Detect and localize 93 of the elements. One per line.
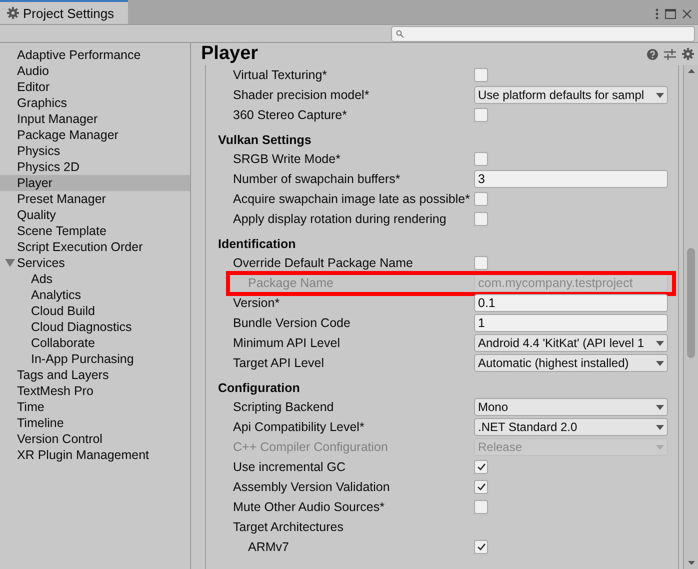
sidebar-item[interactable]: TextMesh Pro [0, 383, 190, 399]
setting-label: Use incremental GC [232, 460, 347, 474]
panel-title: Player [201, 43, 258, 65]
checkbox[interactable] [474, 192, 488, 206]
sidebar-item[interactable]: Audio [0, 63, 190, 79]
setting-label: Target Architectures [232, 520, 344, 534]
section-header: Configuration [218, 381, 300, 395]
setting-label: C++ Compiler Configuration [232, 440, 389, 454]
setting-label: 360 Stereo Capture* [232, 108, 348, 122]
section-header: Vulkan Settings [218, 133, 312, 147]
caret-icon [656, 444, 664, 450]
text-field[interactable]: 0.1 [474, 294, 668, 312]
setting-label: Virtual Texturing* [232, 68, 328, 82]
checkmark-icon [476, 483, 486, 491]
caret-icon [656, 360, 664, 366]
sidebar-item[interactable]: Time [0, 399, 190, 415]
caret-icon [656, 424, 664, 430]
checkmark-icon [476, 463, 486, 471]
checkbox[interactable] [474, 540, 488, 554]
checkbox[interactable] [474, 212, 488, 226]
scrollbar[interactable] [683, 65, 698, 569]
checkbox[interactable] [474, 480, 488, 494]
setting-label: ARMv7 [247, 540, 290, 554]
sidebar-item[interactable]: Physics [0, 143, 190, 159]
setting-label: Assembly Version Validation [232, 480, 391, 494]
dropdown[interactable]: Android 4.4 'KitKat' (API level 1 [474, 334, 668, 352]
checkbox[interactable] [474, 152, 488, 166]
sidebar-item[interactable]: Preset Manager [0, 191, 190, 207]
setting-label: Bundle Version Code [232, 316, 352, 330]
expand-triangle-icon[interactable] [5, 259, 15, 267]
sidebar-item[interactable]: Quality [0, 207, 190, 223]
sidebar-item[interactable]: Input Manager [0, 111, 190, 127]
sidebar-item[interactable]: Version Control [0, 431, 190, 447]
setting-label: Package Name [247, 276, 334, 290]
caret-icon [656, 92, 664, 98]
sidebar-item[interactable]: Cloud Build [0, 303, 190, 319]
caret-icon [656, 340, 664, 346]
more-options-icon[interactable] [655, 8, 659, 20]
search-icon [396, 30, 404, 38]
checkbox[interactable] [474, 460, 488, 474]
sidebar-item[interactable]: Script Execution Order [0, 239, 190, 255]
setting-label: Override Default Package Name [232, 256, 414, 270]
section-header: Identification [218, 237, 296, 251]
close-icon[interactable] [682, 9, 692, 19]
maximize-icon[interactable] [665, 9, 676, 19]
scroll-down-icon[interactable] [688, 561, 694, 565]
sidebar-item[interactable]: Services [17, 255, 65, 271]
sidebar-item[interactable]: Physics 2D [0, 159, 190, 175]
sidebar-item[interactable]: Editor [0, 79, 190, 95]
scroll-up-icon[interactable] [688, 69, 694, 73]
sidebar-item[interactable]: Ads [0, 271, 190, 287]
sidebar-item[interactable]: Collaborate [0, 335, 190, 351]
sidebar-item[interactable]: In-App Purchasing [0, 351, 190, 367]
sidebar-item[interactable]: Player [0, 175, 190, 191]
setting-label: Apply display rotation during rendering [232, 212, 448, 226]
sidebar-item[interactable]: Tags and Layers [0, 367, 190, 383]
setting-label: Mute Other Audio Sources* [232, 500, 386, 514]
setting-label: Minimum API Level [232, 336, 341, 350]
settings-icon[interactable] [682, 48, 694, 60]
setting-label: Number of swapchain buffers* [232, 172, 402, 186]
sidebar-item[interactable]: Graphics [0, 95, 190, 111]
sidebar-item[interactable]: XR Plugin Management [0, 447, 190, 463]
gear-icon [7, 7, 19, 19]
help-icon[interactable] [647, 48, 658, 60]
checkbox[interactable] [474, 256, 488, 270]
text-field[interactable]: 3 [474, 170, 668, 188]
search-field[interactable] [391, 26, 695, 42]
setting-label: SRGB Write Mode* [232, 152, 342, 166]
setting-label: Target API Level [232, 356, 326, 370]
sidebar-item[interactable]: Package Manager [0, 127, 190, 143]
setting-label: Acquire swapchain image late as possible* [232, 192, 471, 206]
setting-label: Scripting Backend [232, 400, 335, 414]
dropdown[interactable]: Use platform defaults for sampl [474, 86, 668, 104]
checkmark-icon [476, 543, 486, 551]
text-field[interactable]: 1 [474, 314, 668, 332]
checkbox[interactable] [474, 500, 488, 514]
dropdown[interactable]: Mono [474, 398, 668, 416]
sidebar-item[interactable]: Timeline [0, 415, 190, 431]
setting-label: Shader precision model* [232, 88, 370, 102]
dropdown[interactable]: Automatic (highest installed) [474, 354, 668, 372]
sidebar-item[interactable]: Scene Template [0, 223, 190, 239]
caret-icon [656, 404, 664, 410]
sidebar-item[interactable]: Cloud Diagnostics [0, 319, 190, 335]
sliders-icon[interactable] [664, 48, 676, 60]
scrollbar-thumb[interactable] [687, 248, 695, 358]
setting-label: Version* [232, 296, 281, 310]
window-tab[interactable]: Project Settings [0, 0, 128, 24]
sidebar-item[interactable]: Analytics [0, 287, 190, 303]
checkbox[interactable] [474, 108, 488, 122]
dropdown[interactable]: .NET Standard 2.0 [474, 418, 668, 436]
setting-label: Api Compatibility Level* [232, 420, 366, 434]
sidebar-item[interactable]: Adaptive Performance [0, 47, 190, 63]
checkbox[interactable] [474, 68, 488, 82]
